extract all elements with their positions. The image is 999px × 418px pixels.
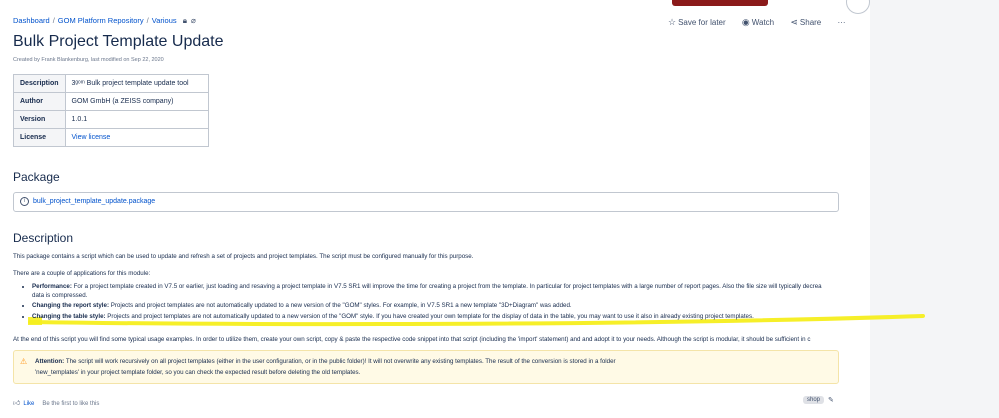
- breadcrumb-dashboard[interactable]: Dashboard: [13, 16, 50, 25]
- right-gutter: [870, 0, 999, 418]
- table-row: Version 1.0.1: [13, 110, 209, 129]
- attention-text: The script will work recursively on all …: [64, 358, 616, 365]
- table-row: Description 3ᵍᵒᵐ Bulk project template up…: [13, 74, 209, 93]
- share-button[interactable]: ⋖ Share: [790, 17, 822, 27]
- help-circle-icon[interactable]: [846, 0, 870, 14]
- header-button-fragment[interactable]: [672, 0, 768, 6]
- list-item-text: For a project template created in V7.5 o…: [71, 283, 822, 290]
- watch-button[interactable]: ◉ Watch: [741, 17, 775, 27]
- like-button[interactable]: Like: [23, 401, 34, 407]
- view-license-link[interactable]: View license: [72, 134, 111, 141]
- table-key: Version: [13, 110, 66, 129]
- star-icon: ☆: [668, 17, 677, 27]
- table-key: Author: [13, 92, 66, 111]
- package-box: i bulk_project_template_update.package: [13, 192, 839, 212]
- breadcrumb-separator: /: [52, 16, 55, 25]
- table-value: GOM GmbH (a ZEISS company): [64, 92, 209, 111]
- thumbs-up-icon[interactable]: 👍︎: [13, 400, 20, 407]
- applications-list: Performance: For a project template crea…: [22, 283, 999, 323]
- list-item-text: Projects and project templates are not a…: [105, 312, 754, 320]
- attention-label: Attention:: [35, 358, 65, 365]
- description-heading: Description: [13, 231, 74, 245]
- save-for-later-label: Save for later: [678, 18, 726, 27]
- table-key: Description: [13, 74, 66, 93]
- list-item-title: Changing the report style:: [32, 302, 110, 309]
- table-row: Author GOM GmbH (a ZEISS company): [13, 92, 209, 111]
- usage-paragraph: At the end of this script you will find …: [13, 336, 811, 343]
- attention-line-2: 'new_templates' in your project template…: [35, 369, 361, 376]
- package-download-link[interactable]: bulk_project_template_update.package: [33, 198, 155, 205]
- list-item-title: Changing the table style:: [32, 312, 106, 320]
- list-item-title: Performance:: [32, 283, 72, 290]
- breadcrumb-separator: /: [146, 16, 149, 25]
- page-title: Bulk Project Template Update: [13, 33, 224, 50]
- breadcrumb-gom-platform-repository[interactable]: GOM Platform Repository: [58, 16, 144, 25]
- description-intro: This package contains a script which can…: [13, 253, 474, 260]
- table-key: License: [13, 128, 66, 147]
- attention-panel: ⚠ Attention: The script will work recurs…: [13, 350, 839, 384]
- more-actions-button[interactable]: ···: [838, 18, 846, 27]
- applications-intro: There are a couple of applications for t…: [13, 270, 151, 277]
- info-icon: i: [20, 197, 29, 206]
- metadata-table: Description 3ᵍᵒᵐ Bulk project template up…: [13, 74, 209, 147]
- warning-icon: ⚠: [20, 357, 28, 366]
- list-item-text-continued: data is compressed.: [32, 291, 88, 299]
- table-row: License View license: [13, 128, 209, 147]
- like-bar: 👍︎ Like Be the first to like this: [13, 398, 99, 407]
- list-item: Performance: For a project template crea…: [32, 283, 999, 300]
- eye-icon: ◉: [741, 17, 750, 27]
- list-item-text: Projects and project templates are not a…: [109, 302, 572, 309]
- page-actions: ☆ Save for later ◉ Watch ⋖ Share ···: [668, 17, 860, 28]
- save-for-later-button[interactable]: ☆ Save for later: [668, 17, 726, 27]
- share-label: Share: [799, 18, 822, 27]
- breadcrumb-various[interactable]: Various: [152, 16, 177, 25]
- watch-label: Watch: [751, 18, 775, 27]
- table-value: View license: [64, 128, 209, 147]
- list-item: Changing the report style: Projects and …: [32, 302, 999, 311]
- lock-icon[interactable]: 🔒︎: [183, 16, 187, 25]
- share-icon: ⋖: [790, 17, 798, 27]
- attention-line-1: Attention: The script will work recursiv…: [35, 358, 616, 365]
- page-byline: Created by Frank Blankenburg, last modif…: [13, 57, 164, 63]
- table-value: 1.0.1: [64, 110, 209, 129]
- attachment-icon[interactable]: ⌀: [191, 16, 196, 25]
- package-heading: Package: [13, 170, 60, 184]
- page-label-tag[interactable]: shop: [803, 396, 825, 404]
- table-value: 3ᵍᵒᵐ Bulk project template update tool: [64, 74, 209, 93]
- breadcrumb: Dashboard / GOM Platform Repository / Variou…: [13, 16, 196, 26]
- tag-icon[interactable]: ✎: [828, 396, 834, 404]
- list-item: Changing the table style: Projects and p…: [32, 313, 999, 322]
- like-status: Be the first to like this: [42, 401, 100, 407]
